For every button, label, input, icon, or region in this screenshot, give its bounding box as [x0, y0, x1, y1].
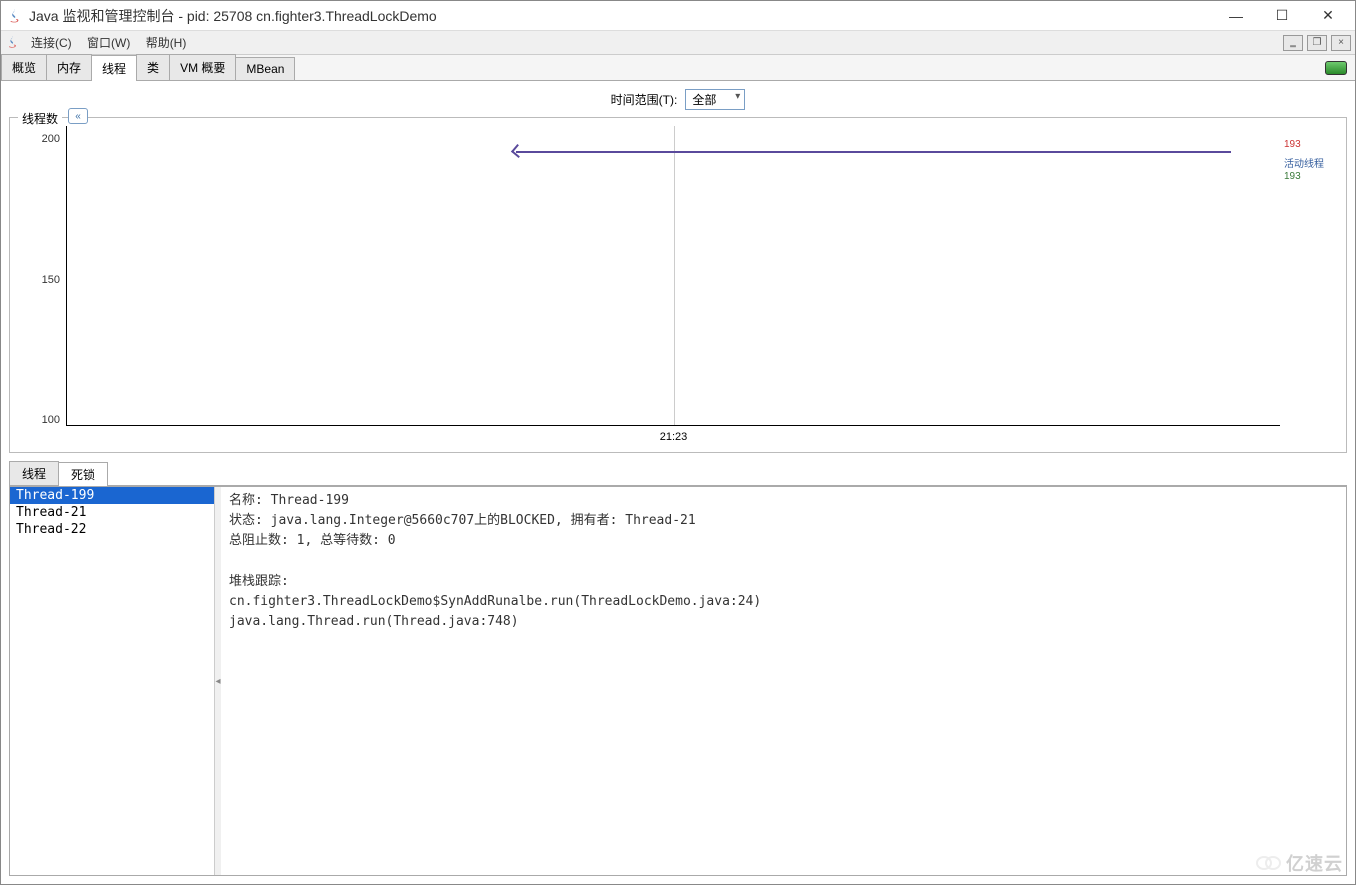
chart-yaxis: 200 150 100 [16, 126, 66, 446]
detail-stack-line: java.lang.Thread.run(Thread.java:748) [229, 614, 519, 629]
thread-list[interactable]: Thread-199 Thread-21 Thread-22 [10, 487, 215, 875]
chart-gridline [674, 126, 675, 425]
mdi-minimize-button[interactable]: ‗ [1283, 35, 1303, 51]
close-button[interactable]: ✕ [1305, 1, 1351, 31]
tab-threads[interactable]: 线程 [91, 55, 137, 81]
xtick: 21:23 [660, 431, 688, 443]
chart-live-label: 活动线程 [1284, 155, 1324, 170]
detail-state-label: 状态: [229, 513, 271, 528]
tab-overview[interactable]: 概览 [1, 54, 47, 80]
detail-state: java.lang.Integer@5660c707上的BLOCKED, 拥有者… [271, 513, 696, 528]
mdi-controls: ‗ ❐ × [1283, 35, 1351, 51]
detail-name-label: 名称: [229, 493, 271, 508]
ytick-150: 150 [42, 274, 60, 286]
detail-pane: Thread-199 Thread-21 Thread-22 ◂ 名称: Thr… [9, 486, 1347, 876]
detail-wait-sep: , 总等待数: [304, 533, 387, 548]
tab-mbean[interactable]: MBean [235, 57, 295, 80]
ytick-200: 200 [42, 133, 60, 145]
window-title: Java 监视和管理控制台 - pid: 25708 cn.fighter3.T… [29, 6, 1213, 26]
mdi-restore-button[interactable]: ❐ [1307, 35, 1327, 51]
menu-items: 连接(C) 窗口(W) 帮助(H) [25, 34, 192, 51]
time-range-select[interactable]: 全部 [685, 89, 745, 110]
java-icon [5, 7, 23, 25]
thread-count-chart: 线程数 « 200 150 100 21:23 193 活动线程 193 [9, 117, 1347, 453]
detail-tab-deadlock[interactable]: 死锁 [58, 462, 108, 486]
time-range-label: 时间范围(T): [611, 91, 678, 108]
tab-vm[interactable]: VM 概要 [169, 54, 236, 80]
ytick-100: 100 [42, 414, 60, 426]
maximize-button[interactable]: ☐ [1259, 1, 1305, 31]
list-item[interactable]: Thread-199 [10, 487, 214, 504]
main-tabs: 概览 内存 线程 类 VM 概要 MBean [1, 55, 1355, 81]
chart-line [516, 151, 1232, 153]
watermark: 亿速云 [1256, 850, 1343, 876]
list-item[interactable]: Thread-22 [10, 521, 214, 538]
detail-tab-threads[interactable]: 线程 [9, 461, 59, 485]
chart-peak-value: 193 [1284, 139, 1301, 150]
window-controls: — ☐ ✕ [1213, 1, 1351, 31]
menu-connect[interactable]: 连接(C) [25, 34, 78, 52]
menu-help[interactable]: 帮助(H) [140, 34, 193, 52]
minimize-button[interactable]: — [1213, 1, 1259, 31]
chart-live-value: 193 [1284, 171, 1301, 182]
chart-side-labels: 193 活动线程 193 [1280, 126, 1340, 446]
detail-wait-count: 0 [388, 533, 396, 548]
connection-status-icon [1325, 61, 1347, 75]
detail-stack-line: cn.fighter3.ThreadLockDemo$SynAddRunalbe… [229, 594, 761, 609]
mdi-close-button[interactable]: × [1331, 35, 1351, 51]
time-range-row: 时间范围(T): 全部 [5, 85, 1351, 113]
thread-detail: 名称: Thread-199 状态: java.lang.Integer@566… [221, 487, 1346, 875]
tab-memory[interactable]: 内存 [46, 54, 92, 80]
detail-name: Thread-199 [271, 493, 349, 508]
menu-window[interactable]: 窗口(W) [81, 34, 136, 52]
threads-panel: 时间范围(T): 全部 线程数 « 200 150 100 21:23 193 [1, 81, 1355, 884]
detail-block-label: 总阻止数: [229, 533, 297, 548]
chart-plot[interactable]: 21:23 [66, 126, 1280, 426]
chart-title: 线程数 [18, 110, 62, 127]
detail-tabs: 线程 死锁 [9, 461, 1347, 486]
titlebar: Java 监视和管理控制台 - pid: 25708 cn.fighter3.T… [1, 1, 1355, 31]
menubar: 连接(C) 窗口(W) 帮助(H) ‗ ❐ × [1, 31, 1355, 55]
list-item[interactable]: Thread-21 [10, 504, 214, 521]
tab-classes[interactable]: 类 [136, 54, 170, 80]
chart-area: 200 150 100 21:23 193 活动线程 193 [16, 126, 1340, 446]
watermark-text: 亿速云 [1286, 850, 1343, 876]
java-icon [5, 35, 21, 51]
app-window: Java 监视和管理控制台 - pid: 25708 cn.fighter3.T… [0, 0, 1356, 885]
detail-stack-label: 堆栈跟踪: [229, 574, 297, 589]
chart-collapse-button[interactable]: « [68, 108, 88, 124]
